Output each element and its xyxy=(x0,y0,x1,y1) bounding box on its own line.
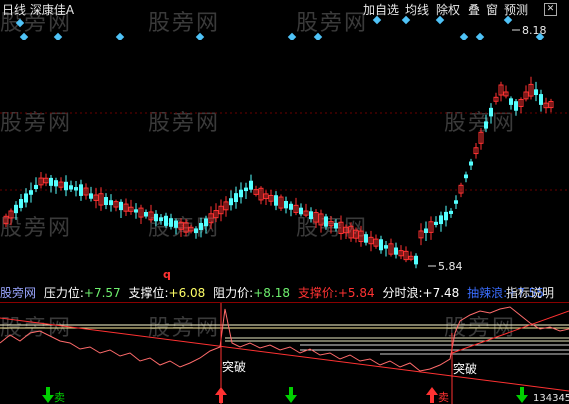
candle-body xyxy=(159,217,163,221)
candle-body xyxy=(289,203,293,210)
candle-body xyxy=(274,195,278,206)
candle-body xyxy=(539,94,543,105)
candle-body xyxy=(154,213,158,222)
candle-body xyxy=(424,228,428,233)
candle-body xyxy=(29,190,33,195)
candle-body xyxy=(34,184,38,190)
candle-body xyxy=(194,228,198,234)
candle-body xyxy=(104,197,108,206)
candle-body xyxy=(489,107,493,117)
q-marker: q xyxy=(163,268,171,281)
candle-body xyxy=(244,187,248,192)
candle-body xyxy=(394,247,398,255)
candle-body xyxy=(439,215,443,225)
sell-label-1: 卖 xyxy=(54,391,65,404)
candle-body xyxy=(89,193,93,199)
candle-body xyxy=(464,174,468,179)
candle-body xyxy=(284,200,288,209)
candlestick-chart: 8.18 5.84 q xyxy=(0,24,569,281)
candle-body xyxy=(309,211,313,220)
candle-body xyxy=(24,193,28,203)
candle-body xyxy=(14,204,18,214)
candle-body xyxy=(49,177,53,186)
candle-body xyxy=(364,234,368,243)
candle-body xyxy=(169,218,173,227)
indicator-panel: 突破 突破 卖 卖 134345 xyxy=(0,303,569,404)
candle-body xyxy=(434,221,438,225)
break-label-1: 突破 xyxy=(222,359,246,374)
candle-body xyxy=(469,161,473,166)
price-grid xyxy=(0,112,569,191)
indicator-info-bar: 股旁网 压力位:+7.57 支撑位:+6.08 阻力价:+8.18 支撑价:+5… xyxy=(0,284,548,302)
wave-label: 分时浪: xyxy=(382,286,423,300)
candle-body xyxy=(509,98,513,105)
candle-body xyxy=(79,184,83,196)
candle-body xyxy=(234,193,238,203)
candle-body xyxy=(249,180,253,190)
candle-body xyxy=(484,121,488,129)
candle-body xyxy=(299,207,303,215)
support-price-label: 支撑价: xyxy=(297,286,338,300)
support-label: 支撑位: xyxy=(128,286,169,300)
high-price-label: 8.18 xyxy=(522,24,547,37)
candle-body xyxy=(204,218,208,227)
bottom-right-code: 134345 xyxy=(533,393,569,404)
candle-body xyxy=(74,187,78,191)
candle-body xyxy=(514,101,518,111)
candle-body xyxy=(19,199,23,208)
candle-body xyxy=(144,211,148,217)
candle-body xyxy=(54,180,58,187)
candle-body xyxy=(414,255,418,265)
candle-body xyxy=(449,210,453,214)
trend-lines xyxy=(0,310,569,392)
candle-body xyxy=(384,245,388,249)
candle-body xyxy=(119,201,123,211)
candle-body xyxy=(444,211,448,221)
sell-label-2: 卖 xyxy=(438,391,449,404)
candle-body xyxy=(109,200,113,206)
info-brand: 股旁网 xyxy=(0,286,37,300)
special-label: 抽辣浪: xyxy=(467,286,508,300)
candle-body xyxy=(199,223,203,230)
candle-body xyxy=(534,89,538,96)
pressure-value: +7.57 xyxy=(83,286,121,300)
signal-arrows xyxy=(42,387,528,403)
candle-body xyxy=(164,215,168,226)
wave-value: +7.48 xyxy=(422,286,460,300)
support-value: +6.08 xyxy=(168,286,206,300)
break-label-2: 突破 xyxy=(453,361,477,376)
candle-body xyxy=(229,198,233,206)
candle-body xyxy=(334,223,338,229)
candle-body xyxy=(239,189,243,198)
indicator-help-button[interactable]: 指标说明 xyxy=(506,284,554,301)
candle-body xyxy=(379,239,383,251)
candle-body xyxy=(174,220,178,228)
candle-body xyxy=(324,216,328,227)
pressure-label: 压力位: xyxy=(43,286,84,300)
candle-body xyxy=(64,181,68,191)
low-price-label: 5.84 xyxy=(438,260,463,273)
candle-body xyxy=(69,185,73,190)
resistance-label: 阻力价: xyxy=(213,286,254,300)
candle-body xyxy=(454,200,458,204)
indicator-line xyxy=(0,306,569,372)
resistance-value: +8.18 xyxy=(253,286,290,300)
candle-body xyxy=(134,209,138,213)
support-price-value: +5.84 xyxy=(337,286,375,300)
candles xyxy=(3,76,554,269)
